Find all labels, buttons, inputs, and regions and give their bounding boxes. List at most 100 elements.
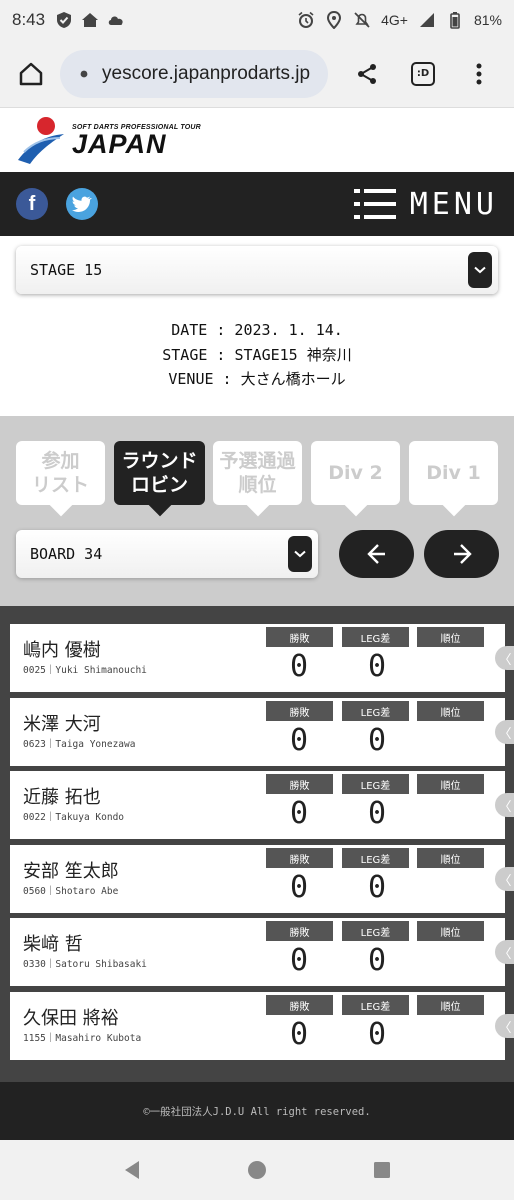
location-icon (327, 11, 342, 29)
chevron-left-icon: 〈 (498, 652, 512, 668)
player-name: 安部 笙太郎 (23, 861, 119, 882)
leg-diff-value: 0 (367, 649, 387, 684)
main-navbar: f MENU (0, 172, 514, 236)
player-id-romaji: 0623｜Taiga Yonezawa (23, 739, 136, 750)
rank-header: 順位 (417, 995, 484, 1015)
share-icon (358, 63, 376, 84)
leg-diff-value: 0 (367, 943, 387, 978)
leg-diff-value: 0 (367, 796, 387, 831)
rank-header: 順位 (417, 627, 484, 647)
next-board-button[interactable] (424, 530, 499, 578)
home-icon (82, 13, 99, 27)
alarm-icon (298, 11, 314, 28)
tab-count: :D (411, 61, 435, 86)
player-name: 近藤 拓也 (23, 787, 101, 808)
browser-toolbar: yescore.japanprodarts.jp :D (0, 40, 514, 108)
chevron-down-icon (474, 266, 486, 274)
leg-diff-header: LEG差 (342, 774, 409, 794)
url-text: yescore.japanprodarts.jp (102, 62, 311, 84)
leg-diff-header: LEG差 (342, 701, 409, 721)
footer: ©一般社団法人J.D.U All right reserved. (0, 1082, 514, 1140)
win-loss-header: 勝敗 (266, 921, 333, 941)
share-button[interactable] (350, 57, 384, 91)
tab-label: 参加 リスト (31, 450, 89, 496)
facebook-button[interactable]: f (16, 188, 48, 220)
rank-header: 順位 (417, 848, 484, 868)
recents-icon[interactable] (371, 1159, 393, 1181)
tab-entry-list[interactable]: 参加 リスト (16, 441, 105, 517)
event-info: DATE : 2023. 1. 14. STAGE : STAGE15 神奈川 … (0, 318, 514, 392)
board-select-toggle[interactable] (288, 536, 312, 572)
stage-select-toggle[interactable] (468, 252, 492, 288)
rank-header: 順位 (417, 774, 484, 794)
leg-diff-value: 0 (367, 870, 387, 905)
arrow-left-icon (366, 544, 385, 564)
shield-icon (57, 12, 72, 28)
board-select-value: BOARD 34 (30, 545, 103, 563)
player-id-romaji: 0022｜Takuya Kondo (23, 812, 125, 823)
player-name: 米澤 大河 (23, 714, 101, 735)
home-button[interactable] (14, 57, 48, 91)
address-bar[interactable]: yescore.japanprodarts.jp (60, 49, 328, 98)
tab-round-robin[interactable]: ラウンド ロビン (114, 441, 205, 517)
facebook-icon: f (28, 192, 36, 215)
player-row[interactable]: 嶋内 優樹 0025｜Yuki Shimanouchi 勝敗 LEG差 順位 0… (10, 624, 514, 692)
more-options-button[interactable] (462, 57, 496, 91)
player-row[interactable]: 久保田 將裕 1155｜Masahiro Kubota 勝敗 LEG差 順位 0… (10, 992, 514, 1060)
player-row[interactable]: 安部 笙太郎 0560｜Shotaro Abe 勝敗 LEG差 順位 0 0 〈 (10, 845, 514, 913)
tab-qualifier-rank[interactable]: 予選通過 順位 (213, 441, 302, 517)
player-name: 久保田 將裕 (23, 1008, 119, 1029)
player-list: 嶋内 優樹 0025｜Yuki Shimanouchi 勝敗 LEG差 順位 0… (0, 606, 514, 1082)
twitter-icon (72, 196, 92, 212)
leg-diff-header: LEG差 (342, 995, 409, 1015)
signal-icon (419, 13, 434, 27)
cloud-icon (108, 16, 123, 25)
status-time: 8:43 (12, 10, 46, 29)
win-loss-header: 勝敗 (266, 995, 333, 1015)
leg-diff-value: 0 (367, 1017, 387, 1052)
win-loss-header: 勝敗 (266, 774, 333, 794)
expand-tab[interactable]: 〈 (495, 867, 514, 891)
previous-board-button[interactable] (339, 530, 414, 578)
player-id-romaji: 0330｜Satoru Shibasaki (23, 959, 147, 970)
board-select[interactable]: BOARD 34 (16, 530, 318, 578)
event-date: DATE : 2023. 1. 14. (171, 321, 343, 339)
back-icon[interactable] (121, 1159, 143, 1181)
player-name: 嶋内 優樹 (23, 640, 101, 661)
player-row[interactable]: 米澤 大河 0623｜Taiga Yonezawa 勝敗 LEG差 順位 0 0… (10, 698, 514, 766)
player-id-romaji: 0560｜Shotaro Abe (23, 886, 119, 897)
expand-tab[interactable]: 〈 (495, 1014, 514, 1038)
controls-section: 参加 リスト ラウンド ロビン 予選通過 順位 Div 2 Div 1 BOAR… (0, 416, 514, 606)
player-name: 柴﨑 哲 (23, 934, 83, 955)
twitter-button[interactable] (66, 188, 98, 220)
jdu-logo-mark[interactable] (16, 114, 68, 166)
tab-div1[interactable]: Div 1 (409, 441, 498, 517)
hamburger-icon (353, 189, 396, 219)
battery-label: 81% (473, 12, 502, 28)
tab-div2[interactable]: Div 2 (311, 441, 400, 517)
mute-icon (354, 12, 370, 28)
expand-tab[interactable]: 〈 (495, 646, 514, 670)
expand-tab[interactable]: 〈 (495, 940, 514, 964)
win-loss-value: 0 (289, 723, 309, 758)
menu-label: MENU (409, 186, 498, 222)
more-vertical-icon (476, 63, 482, 84)
chevron-down-icon (294, 550, 306, 558)
player-id-romaji: 0025｜Yuki Shimanouchi (23, 665, 147, 676)
tab-switcher-button[interactable]: :D (406, 57, 440, 91)
rank-header: 順位 (417, 701, 484, 721)
leg-diff-header: LEG差 (342, 627, 409, 647)
site-info-icon[interactable] (74, 64, 94, 84)
menu-button[interactable]: MENU (353, 186, 498, 222)
battery-icon (450, 12, 460, 29)
expand-tab[interactable]: 〈 (495, 793, 514, 817)
home-outline-icon (19, 62, 43, 85)
event-stage: STAGE : STAGE15 神奈川 (162, 345, 352, 364)
player-row[interactable]: 柴﨑 哲 0330｜Satoru Shibasaki 勝敗 LEG差 順位 0 … (10, 918, 514, 986)
player-row[interactable]: 近藤 拓也 0022｜Takuya Kondo 勝敗 LEG差 順位 0 0 〈 (10, 771, 514, 839)
tab-label: ラウンド ロビン (121, 450, 198, 496)
expand-tab[interactable]: 〈 (495, 720, 514, 744)
stage-select[interactable]: STAGE 15 (16, 246, 498, 294)
tab-label: Div 2 (328, 462, 383, 484)
home-circle-icon[interactable] (246, 1159, 268, 1181)
